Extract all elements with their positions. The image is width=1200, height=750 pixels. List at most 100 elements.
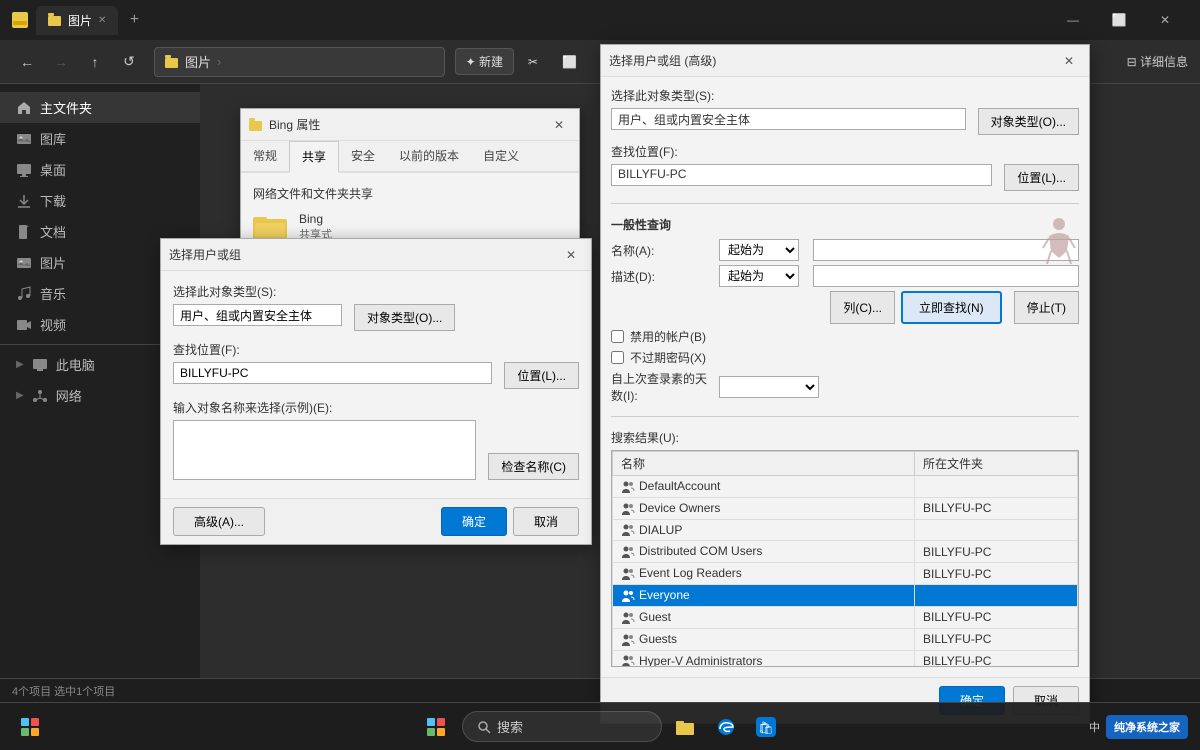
general-query-label: 一般性查询 — [611, 216, 1079, 233]
results-container[interactable]: 名称 所在文件夹 DefaultAccountDevice OwnersBILL… — [611, 450, 1079, 667]
details-btn[interactable]: ⊟ 详细信息 — [1127, 53, 1188, 70]
start-btn[interactable] — [12, 709, 48, 745]
results-table: 名称 所在文件夹 DefaultAccountDevice OwnersBILL… — [612, 451, 1078, 667]
stop-btn[interactable]: 停止(T) — [1014, 291, 1079, 324]
obj-type-btn[interactable]: 对象类型(O)... — [354, 304, 455, 331]
col-btn[interactable]: 列(C)... — [830, 291, 895, 324]
tab-share[interactable]: 共享 — [289, 141, 339, 173]
maximize-btn[interactable]: ⬜ — [1096, 0, 1142, 40]
obj-type-input[interactable] — [173, 304, 342, 326]
select-user-small-ok-btn[interactable]: 确定 — [441, 507, 507, 536]
location-btn[interactable]: 位置(L)... — [504, 362, 579, 389]
find-now-btn[interactable]: 立即查找(N) — [901, 291, 1002, 324]
tab-customize[interactable]: 自定义 — [471, 141, 531, 171]
new-btn-label: ✦ 新建 — [466, 53, 503, 70]
no-expire-checkbox[interactable] — [611, 351, 624, 364]
table-row[interactable]: Device OwnersBILLYFU-PC — [613, 497, 1078, 519]
download-icon — [16, 193, 32, 209]
advanced-btn[interactable]: 高级(A)... — [173, 507, 265, 536]
cut-btn[interactable]: ✂ — [518, 51, 548, 73]
location-label: 查找位置(F): — [173, 341, 579, 358]
taskbar-explorer[interactable] — [670, 711, 702, 743]
select-user-advanced-dialog: 选择用户或组 (高级) ✕ 选择此对象类型(S): 用户、组或内置安全主体 对象… — [600, 44, 1090, 724]
select-user-small-close-btn[interactable]: ✕ — [559, 243, 583, 267]
result-name-cell: Guests — [613, 628, 915, 650]
table-row[interactable]: Distributed COM UsersBILLYFU-PC — [613, 541, 1078, 563]
add-tab-btn[interactable]: + — [120, 6, 148, 34]
new-btn[interactable]: ✦ 新建 — [455, 48, 514, 75]
no-expire-label: 不过期密码(X) — [630, 349, 706, 366]
table-row[interactable]: Event Log ReadersBILLYFU-PC — [613, 563, 1078, 585]
result-name-cell: Distributed COM Users — [613, 541, 915, 563]
up-btn[interactable]: ↑ — [80, 47, 110, 77]
sidebar-item-gallery[interactable]: 图库 — [0, 123, 200, 154]
check-name-btn[interactable]: 检查名称(C) — [488, 453, 579, 480]
share-section-title: 网络文件和文件夹共享 — [253, 185, 567, 202]
table-row[interactable]: GuestsBILLYFU-PC — [613, 628, 1078, 650]
tab-close-btn[interactable]: ✕ — [98, 15, 106, 26]
taskbar-search[interactable]: 搜索 — [462, 711, 662, 742]
desktop-icon — [16, 162, 32, 178]
taskbar-right: 中 纯净系统之家 — [1089, 715, 1188, 739]
tab-security[interactable]: 安全 — [339, 141, 387, 171]
select-user-small-title-bar[interactable]: 选择用户或组 ✕ — [161, 239, 591, 271]
adv-location-btn[interactable]: 位置(L)... — [1004, 164, 1079, 191]
thispc-expand-arrow: ▶ — [16, 359, 24, 370]
adv-obj-type-section: 选择此对象类型(S): 用户、组或内置安全主体 对象类型(O)... — [611, 87, 1079, 135]
refresh-btn[interactable]: ↺ — [114, 47, 144, 77]
sidebar-item-home[interactable]: 主文件夹 — [0, 92, 200, 123]
search-placeholder: 搜索 — [497, 717, 523, 736]
location-input[interactable] — [173, 362, 492, 384]
disabled-acct-label: 禁用的帐户(B) — [630, 328, 706, 345]
table-row[interactable]: Everyone — [613, 585, 1078, 607]
bing-props-title-bar[interactable]: Bing 属性 ✕ — [241, 109, 579, 141]
windows-logo-center — [427, 718, 445, 736]
result-name-cell: Hyper-V Administrators — [613, 650, 915, 667]
start-center-btn[interactable] — [418, 709, 454, 745]
address-bar[interactable]: 图片 › — [154, 47, 445, 77]
tray-time: 中 — [1089, 719, 1100, 735]
tab-pictures[interactable]: 图片 ✕ — [36, 6, 118, 35]
music-icon — [16, 286, 32, 302]
sidebar-item-downloads[interactable]: 下载 — [0, 185, 200, 216]
select-user-small-cancel-btn[interactable]: 取消 — [513, 507, 579, 536]
document-icon — [16, 224, 32, 240]
taskbar-edge[interactable] — [710, 711, 742, 743]
result-folder-cell — [915, 476, 1078, 498]
sidebar-label-videos: 视频 — [40, 315, 66, 334]
col-folder-header: 所在文件夹 — [915, 452, 1078, 476]
table-row[interactable]: DIALUP — [613, 519, 1078, 541]
tab-previous-versions[interactable]: 以前的版本 — [387, 141, 471, 171]
address-folder-icon — [165, 55, 179, 69]
results-label: 搜索结果(U): — [611, 429, 1079, 446]
table-row[interactable]: DefaultAccount — [613, 476, 1078, 498]
bing-props-close-btn[interactable]: ✕ — [547, 113, 571, 137]
tab-general[interactable]: 常规 — [241, 141, 289, 171]
table-row[interactable]: Hyper-V AdministratorsBILLYFU-PC — [613, 650, 1078, 667]
desc-op-select[interactable]: 起始为 — [719, 265, 799, 287]
advanced-body: 选择此对象类型(S): 用户、组或内置安全主体 对象类型(O)... 查找位置(… — [601, 77, 1089, 677]
days-select[interactable] — [719, 376, 819, 398]
network-expand-arrow: ▶ — [16, 390, 24, 401]
adv-obj-type-btn[interactable]: 对象类型(O)... — [978, 108, 1079, 135]
copy-btn[interactable]: ⬜ — [552, 51, 587, 73]
back-btn[interactable]: ← — [12, 47, 42, 77]
select-user-adv-title-bar[interactable]: 选择用户或组 (高级) ✕ — [601, 45, 1089, 77]
disabled-acct-checkbox[interactable] — [611, 330, 624, 343]
name-textarea[interactable] — [173, 420, 476, 480]
adv-obj-type-label: 选择此对象类型(S): — [611, 87, 1079, 104]
taskbar-store[interactable]: 🛍 — [750, 711, 782, 743]
desc-filter-row: 描述(D): 起始为 — [611, 265, 1079, 287]
name-op-select[interactable]: 起始为 — [719, 239, 799, 261]
minimize-btn[interactable]: — — [1050, 0, 1096, 40]
result-folder-cell — [915, 585, 1078, 607]
user-group-icon — [621, 611, 635, 625]
forward-btn[interactable]: → — [46, 47, 76, 77]
close-btn[interactable]: ✕ — [1142, 0, 1188, 40]
sidebar-item-desktop[interactable]: 桌面 — [0, 154, 200, 185]
select-user-adv-close-btn[interactable]: ✕ — [1057, 49, 1081, 73]
svg-text:🛍: 🛍 — [758, 721, 773, 735]
table-row[interactable]: GuestBILLYFU-PC — [613, 606, 1078, 628]
no-expire-row: 不过期密码(X) — [611, 349, 1079, 366]
gallery-icon — [16, 131, 32, 147]
